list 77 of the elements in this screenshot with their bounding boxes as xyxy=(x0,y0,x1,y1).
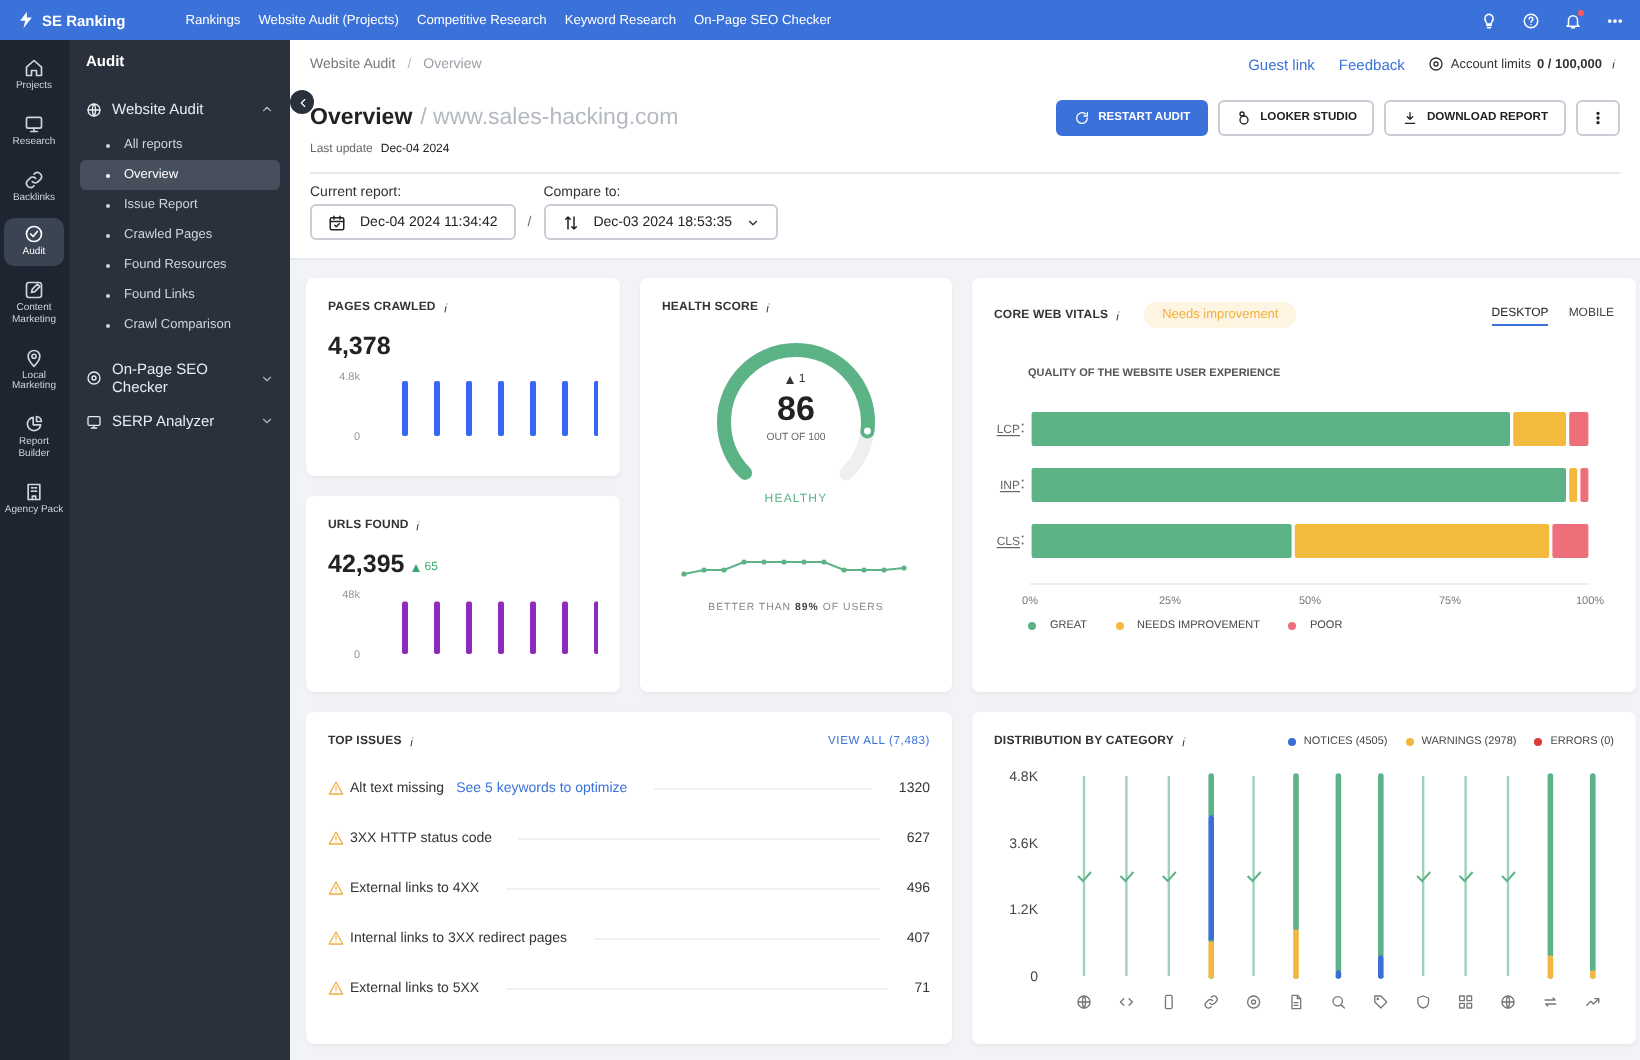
logo-icon xyxy=(16,10,36,30)
warning-icon xyxy=(328,830,344,846)
colon-mark xyxy=(1021,535,1024,545)
chart-bar xyxy=(466,601,472,654)
pie-chart-icon xyxy=(24,414,44,434)
phone-icon xyxy=(1165,995,1173,1009)
chart-bar xyxy=(1569,412,1589,446)
chart-bar xyxy=(498,381,504,436)
info-icon xyxy=(1177,736,1190,748)
help-icon xyxy=(1522,11,1540,29)
grid-icon xyxy=(1459,996,1472,1008)
refresh-icon xyxy=(1074,110,1091,126)
monitor-icon xyxy=(86,413,102,429)
building-icon xyxy=(24,481,44,501)
trend-icon xyxy=(1586,998,1599,1006)
info-icon xyxy=(405,736,418,748)
swap-arrows-icon xyxy=(561,213,580,231)
chart-bar xyxy=(1513,412,1566,446)
warning-icon xyxy=(328,930,344,946)
pencil-icon xyxy=(24,280,44,300)
check-circle-icon xyxy=(24,224,44,245)
gauge-handle xyxy=(862,425,873,437)
tag-icon xyxy=(1374,996,1387,1008)
site-url: / www.sales-hacking.com xyxy=(420,106,679,130)
chevron-left-icon xyxy=(295,95,309,109)
chart-bar xyxy=(530,381,536,436)
globe-icon xyxy=(1502,996,1514,1008)
chart-bar xyxy=(530,601,536,654)
health-score-value: 86 xyxy=(777,390,815,430)
link-icon xyxy=(24,169,44,189)
globe-icon xyxy=(1078,996,1090,1008)
up-triangle-icon xyxy=(786,376,795,384)
code-icon xyxy=(1120,998,1133,1006)
warning-icon xyxy=(328,880,344,896)
download-icon xyxy=(1402,110,1419,126)
search-icon xyxy=(86,370,102,386)
info-icon xyxy=(412,520,425,532)
link-icon xyxy=(1205,996,1218,1008)
home-icon xyxy=(24,58,44,78)
bell-icon xyxy=(1564,11,1582,29)
document-icon xyxy=(1292,995,1301,1009)
info-icon xyxy=(1112,309,1125,321)
metric-value: 4,378 xyxy=(328,332,391,360)
chart-bar xyxy=(402,601,408,654)
chart-bar xyxy=(498,601,504,654)
target-icon xyxy=(1247,996,1260,1008)
info-icon xyxy=(762,302,775,314)
info-icon xyxy=(1608,58,1620,70)
colon-mark xyxy=(1021,479,1024,489)
chart-bar xyxy=(402,381,408,436)
info-icon xyxy=(439,302,452,314)
chart-bar xyxy=(434,381,440,436)
page-title: Overview xyxy=(310,106,413,130)
warning-icon xyxy=(328,980,344,996)
chart-bar xyxy=(466,381,472,436)
chart-bar xyxy=(562,381,568,436)
chevron-down-icon xyxy=(260,414,274,428)
chart-bar xyxy=(434,601,440,654)
shield-icon xyxy=(1417,996,1429,1008)
colon-mark xyxy=(1021,423,1024,433)
monitor-icon xyxy=(24,113,44,134)
up-triangle-icon xyxy=(412,564,421,572)
lightbulb-icon xyxy=(1480,11,1498,29)
chevron-up-icon xyxy=(260,102,274,116)
chart-bar xyxy=(562,601,568,654)
logo-icon xyxy=(1236,110,1253,126)
more-icon xyxy=(1590,110,1606,126)
search-icon xyxy=(1333,996,1345,1008)
repeat-icon xyxy=(1545,998,1556,1006)
globe-icon xyxy=(86,101,102,117)
chevron-down-icon xyxy=(746,215,760,229)
location-pin-icon xyxy=(24,347,44,367)
metric-value: 42,395 xyxy=(328,550,405,578)
warning-icon xyxy=(328,780,344,796)
chevron-down-icon xyxy=(260,371,274,385)
calendar-icon xyxy=(328,213,346,231)
notifications-icon[interactable] xyxy=(1564,11,1582,29)
